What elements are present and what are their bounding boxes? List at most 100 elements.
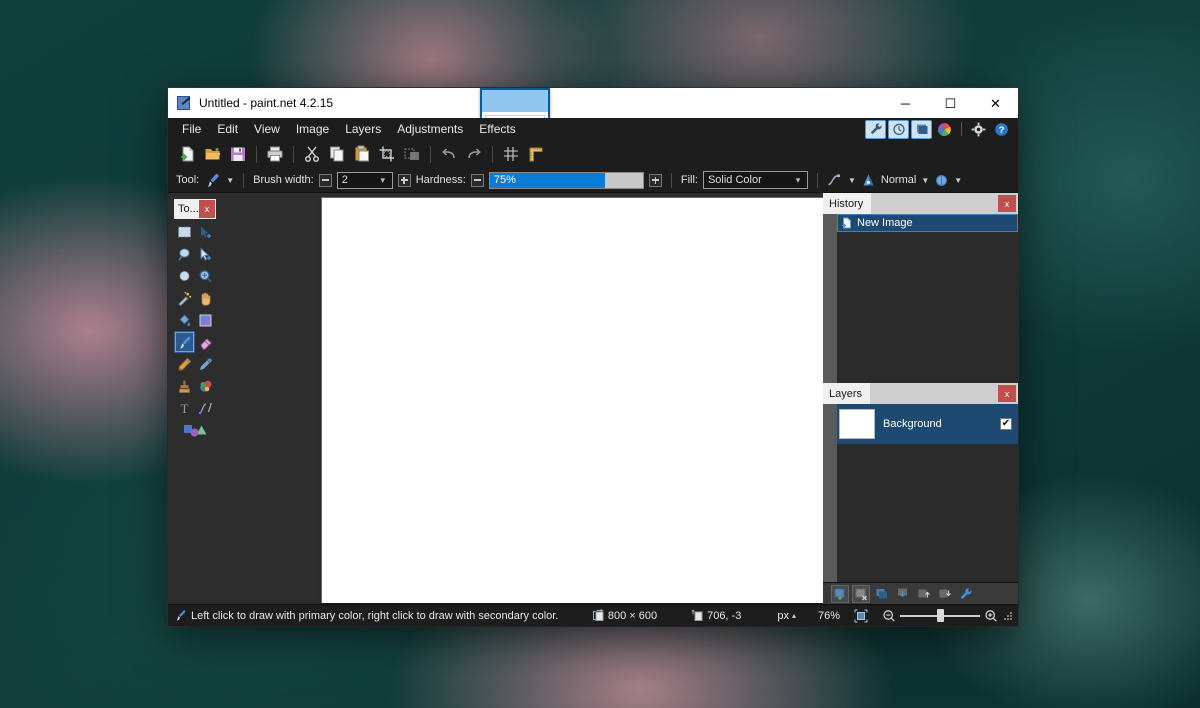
tool-clone-stamp[interactable] bbox=[174, 375, 195, 397]
history-panel-close-button[interactable]: x bbox=[998, 195, 1016, 212]
tool-lasso-select[interactable] bbox=[174, 243, 195, 265]
menu-image[interactable]: Image bbox=[288, 119, 337, 139]
tool-shapes[interactable] bbox=[174, 419, 216, 441]
history-panel-header[interactable]: History x bbox=[823, 193, 1018, 214]
blend-mode-label[interactable]: Normal bbox=[881, 174, 916, 186]
tools-panel: To... x bbox=[174, 199, 216, 443]
paintbrush-icon[interactable] bbox=[204, 172, 221, 189]
sampling-dropdown-arrow[interactable]: ▼ bbox=[954, 176, 962, 185]
menu-adjustments[interactable]: Adjustments bbox=[389, 119, 471, 139]
antialiasing-dropdown-arrow[interactable]: ▼ bbox=[848, 176, 856, 185]
add-layer-button[interactable] bbox=[831, 585, 849, 603]
brush-width-input[interactable]: 2 ▾ bbox=[337, 172, 393, 189]
menu-view[interactable]: View bbox=[246, 119, 288, 139]
layers-panel: Layers x Background ✔ bbox=[823, 383, 1018, 604]
move-layer-down-button[interactable] bbox=[936, 585, 954, 603]
pixel-grid-button[interactable] bbox=[499, 142, 523, 166]
svg-text:?: ? bbox=[999, 125, 1005, 136]
maximize-button[interactable]: ☐ bbox=[928, 88, 973, 118]
chevron-down-icon[interactable]: ▾ bbox=[376, 175, 390, 186]
app-icon bbox=[176, 95, 192, 111]
history-item-new-image[interactable]: New Image bbox=[837, 214, 1018, 232]
print-button[interactable] bbox=[263, 142, 287, 166]
menu-layers[interactable]: Layers bbox=[337, 119, 389, 139]
units-dropdown-arrow[interactable]: ▴ bbox=[792, 611, 796, 620]
options-divider bbox=[243, 173, 244, 188]
layers-panel-close-button[interactable]: x bbox=[998, 385, 1016, 402]
antialiasing-icon[interactable] bbox=[827, 173, 843, 187]
redo-button[interactable] bbox=[462, 142, 486, 166]
hardness-slider[interactable]: 75% bbox=[489, 172, 644, 189]
fit-to-window-icon[interactable] bbox=[854, 609, 868, 623]
colors-window-toggle[interactable] bbox=[934, 120, 955, 139]
tool-line-curve[interactable] bbox=[195, 397, 216, 419]
duplicate-layer-button[interactable] bbox=[873, 585, 891, 603]
fill-dropdown[interactable]: Solid Color ▾ bbox=[703, 171, 808, 189]
resize-grip[interactable] bbox=[1002, 610, 1014, 622]
tool-recolor[interactable] bbox=[195, 375, 216, 397]
layer-visibility-checkbox[interactable]: ✔ bbox=[1000, 418, 1012, 430]
tools-panel-close-button[interactable]: x bbox=[199, 200, 215, 218]
tool-color-picker[interactable] bbox=[195, 353, 216, 375]
tool-eraser[interactable] bbox=[195, 331, 216, 353]
new-button[interactable] bbox=[176, 142, 200, 166]
minimize-button[interactable]: ─ bbox=[883, 88, 928, 118]
tool-text[interactable]: T bbox=[174, 397, 195, 419]
hardness-decrease-button[interactable] bbox=[471, 174, 484, 187]
layer-properties-button[interactable] bbox=[957, 585, 975, 603]
tool-move-selected[interactable] bbox=[195, 221, 216, 243]
tool-ellipse-select[interactable] bbox=[174, 265, 195, 287]
tools-window-toggle[interactable] bbox=[865, 120, 886, 139]
cut-button[interactable] bbox=[300, 142, 324, 166]
menu-effects[interactable]: Effects bbox=[471, 119, 523, 139]
sampling-icon[interactable] bbox=[934, 173, 949, 188]
new-image-icon bbox=[841, 217, 853, 229]
history-window-toggle[interactable] bbox=[888, 120, 909, 139]
blend-dropdown-arrow[interactable]: ▼ bbox=[921, 176, 929, 185]
image-canvas[interactable] bbox=[321, 197, 823, 603]
tool-paint-bucket[interactable] bbox=[174, 309, 195, 331]
zoom-slider[interactable] bbox=[900, 609, 980, 623]
help-button[interactable]: ? bbox=[991, 120, 1012, 139]
tools-panel-header[interactable]: To... x bbox=[174, 199, 216, 219]
deselect-all-button[interactable] bbox=[400, 142, 424, 166]
tool-paintbrush[interactable] bbox=[174, 331, 195, 353]
tool-pencil[interactable] bbox=[174, 353, 195, 375]
tools-panel-title: To... bbox=[178, 203, 199, 215]
window-title: Untitled - paint.net 4.2.15 bbox=[199, 96, 333, 110]
title-bar[interactable]: Untitled - paint.net 4.2.15 ─ ☐ ✕ bbox=[168, 88, 1018, 118]
tool-magic-wand[interactable] bbox=[174, 287, 195, 309]
menu-edit[interactable]: Edit bbox=[209, 119, 246, 139]
save-button[interactable] bbox=[226, 142, 250, 166]
hardness-increase-button[interactable] bbox=[649, 174, 662, 187]
delete-layer-button[interactable] bbox=[852, 585, 870, 603]
tool-pan[interactable] bbox=[195, 287, 216, 309]
crop-to-selection-button[interactable] bbox=[375, 142, 399, 166]
undo-button[interactable] bbox=[437, 142, 461, 166]
tool-move-selection[interactable] bbox=[195, 243, 216, 265]
paste-button[interactable] bbox=[350, 142, 374, 166]
tool-rectangle-select[interactable] bbox=[174, 221, 195, 243]
close-button[interactable]: ✕ bbox=[973, 88, 1018, 118]
tool-dropdown-arrow[interactable]: ▼ bbox=[226, 176, 234, 185]
rulers-button[interactable] bbox=[524, 142, 548, 166]
zoom-in-icon[interactable] bbox=[984, 609, 998, 623]
chevron-down-icon[interactable]: ▾ bbox=[791, 175, 805, 186]
settings-button[interactable] bbox=[968, 120, 989, 139]
layers-panel-header[interactable]: Layers x bbox=[823, 383, 1018, 404]
tool-zoom[interactable] bbox=[195, 265, 216, 287]
brush-width-decrease-button[interactable] bbox=[319, 174, 332, 187]
open-button[interactable] bbox=[201, 142, 225, 166]
layers-window-toggle[interactable] bbox=[911, 120, 932, 139]
zoom-out-icon[interactable] bbox=[882, 609, 896, 623]
copy-button[interactable] bbox=[325, 142, 349, 166]
merge-layer-down-button[interactable] bbox=[894, 585, 912, 603]
zoom-level-value[interactable]: 76% bbox=[818, 610, 840, 622]
units-selector[interactable]: px ▴ bbox=[777, 610, 796, 622]
menu-file[interactable]: File bbox=[174, 119, 209, 139]
brush-width-increase-button[interactable] bbox=[398, 174, 411, 187]
tool-gradient[interactable] bbox=[195, 309, 216, 331]
zoom-slider-handle[interactable] bbox=[937, 609, 944, 622]
move-layer-up-button[interactable] bbox=[915, 585, 933, 603]
layer-row-background[interactable]: Background ✔ bbox=[837, 404, 1018, 444]
